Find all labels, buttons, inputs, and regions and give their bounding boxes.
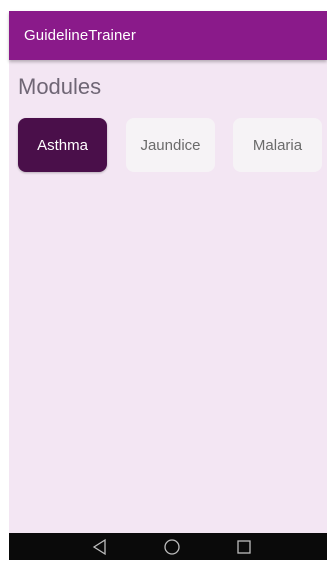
system-navigation-bar (9, 533, 327, 560)
app-title: GuidelineTrainer (24, 27, 136, 44)
module-button-jaundice[interactable]: Jaundice (126, 118, 215, 172)
app-bar: GuidelineTrainer (9, 11, 327, 60)
app-screen: GuidelineTrainer Modules Asthma Jaundice… (9, 11, 327, 560)
device-frame: GuidelineTrainer Modules Asthma Jaundice… (0, 0, 327, 560)
modules-list: Asthma Jaundice Malaria (18, 118, 327, 172)
module-button-malaria[interactable]: Malaria (233, 118, 322, 172)
home-circle-icon[interactable] (162, 537, 182, 557)
back-triangle-icon[interactable] (90, 537, 110, 557)
module-button-asthma[interactable]: Asthma (18, 118, 107, 172)
modules-heading: Modules (18, 74, 102, 99)
recent-apps-square-icon[interactable] (234, 537, 254, 557)
